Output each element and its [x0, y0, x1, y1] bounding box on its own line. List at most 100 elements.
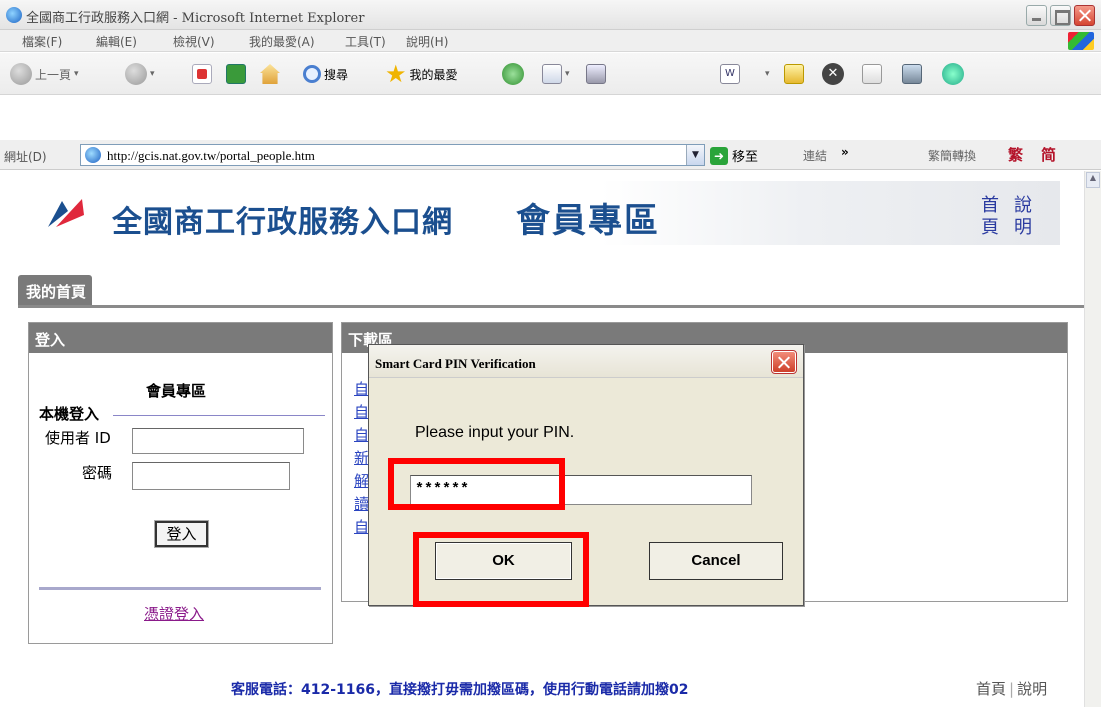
go-button[interactable]: ➜ 移至 — [710, 146, 758, 165]
mail-icon[interactable] — [542, 64, 562, 84]
forward-dropdown-icon[interactable]: ▾ — [150, 69, 155, 79]
more-links-button[interactable]: » — [841, 145, 849, 159]
tab-underline — [18, 305, 1084, 308]
user-id-input[interactable] — [132, 428, 304, 454]
logo-icon — [48, 199, 84, 227]
dialog-close-button[interactable] — [771, 350, 797, 374]
download-item[interactable]: 讀 — [354, 493, 369, 516]
site-banner: 全國商工行政服務入口網 會員專區 首 頁 說 明 — [40, 181, 1060, 245]
footer-help-link[interactable]: 說明 — [1017, 680, 1047, 698]
download-item[interactable]: 自 — [354, 378, 369, 401]
menu-file[interactable]: 檔案(F) — [22, 33, 62, 50]
download-item[interactable]: 自 — [354, 516, 369, 539]
address-url: http://gcis.nat.gov.tw/portal_people.htm — [107, 148, 315, 163]
download-list: 自 自 自 新 解 讀 自 — [354, 378, 369, 539]
login-heading: 登入 — [29, 323, 332, 353]
page-icon — [85, 147, 101, 163]
search-label: 搜尋 — [324, 67, 349, 82]
window-titlebar: 全國商工行政服務入口網 - Microsoft Internet Explore… — [0, 0, 1101, 30]
simplified-button[interactable]: 简 — [1041, 144, 1056, 165]
cancel-button[interactable]: Cancel — [649, 542, 783, 580]
research-icon[interactable] — [902, 64, 922, 84]
menu-bar: 檔案(F) 編輯(E) 檢視(V) 我的最愛(A) 工具(T) 說明(H) — [0, 30, 1101, 52]
back-label: 上一頁 — [35, 67, 72, 82]
print-icon[interactable] — [586, 64, 606, 84]
footer-links: 首頁 | 說明 — [976, 678, 1047, 699]
messenger-icon[interactable] — [862, 64, 882, 84]
tab-strip: 我的首頁 — [18, 275, 93, 307]
local-login-label: 本機登入 — [39, 405, 100, 423]
pin-prompt: Please input your PIN. — [415, 424, 575, 441]
window-title: 全國商工行政服務入口網 - Microsoft Internet Explore… — [26, 11, 365, 26]
pin-highlight-box — [388, 458, 565, 510]
links-button[interactable]: 連結 — [803, 147, 827, 164]
download-item[interactable]: 解 — [354, 470, 369, 493]
download-item[interactable]: 自 — [354, 424, 369, 447]
back-arrow-icon — [10, 63, 32, 85]
star-icon: ★ — [385, 60, 407, 88]
customer-service-phone: 客服電話：412-1166，直接撥打毋需加撥區碼，使用行動電話請加撥02 — [231, 682, 689, 698]
back-button[interactable]: 上一頁 ▾ — [10, 62, 79, 86]
edit-dropdown-icon[interactable]: ▾ — [765, 69, 770, 79]
menu-view[interactable]: 檢視(V) — [173, 33, 215, 50]
ie-icon — [6, 7, 22, 23]
favorites-label: 我的最愛 — [409, 67, 458, 82]
certificate-login-link[interactable]: 憑證登入 — [144, 603, 204, 624]
search-button[interactable]: 搜尋 — [303, 62, 348, 86]
forward-arrow-icon — [125, 63, 147, 85]
home-link[interactable]: 首 頁 — [980, 195, 1000, 239]
word-icon[interactable]: W — [720, 64, 740, 84]
ok-highlight-box — [413, 532, 589, 607]
user-id-label: 使用者 ID — [45, 429, 111, 447]
back-dropdown-icon[interactable]: ▾ — [74, 69, 79, 79]
address-dropdown-icon[interactable]: ▼ — [686, 145, 704, 165]
go-arrow-icon: ➜ — [710, 146, 728, 165]
tab-my-home[interactable]: 我的首頁 — [18, 275, 93, 307]
close-window-button[interactable] — [1074, 5, 1095, 26]
address-bar: 網址(D) http://gcis.nat.gov.tw/portal_peop… — [0, 140, 1101, 170]
help-link-char-2: 明 — [1014, 217, 1032, 238]
browser-toolbar: 上一頁 ▾ ▾ 搜尋 ★ 我的最愛 ▾ W ▾ ✕ — [0, 53, 1101, 95]
go-label: 移至 — [732, 150, 759, 165]
site-title: 全國商工行政服務入口網 — [112, 205, 453, 240]
home-link-char-1: 首 — [981, 195, 999, 216]
home-link-char-2: 頁 — [981, 217, 999, 238]
block-icon[interactable]: ✕ — [822, 63, 844, 85]
menu-favorites[interactable]: 我的最愛(A) — [249, 33, 315, 50]
login-button[interactable]: 登入 — [154, 520, 209, 548]
convert-label: 繁簡轉換 — [928, 149, 977, 163]
help-link[interactable]: 說 明 — [1013, 195, 1033, 239]
address-input[interactable]: http://gcis.nat.gov.tw/portal_people.htm… — [80, 144, 705, 166]
address-label: 網址(D) — [4, 150, 47, 164]
help-link-char-1: 說 — [1014, 195, 1032, 216]
forward-button[interactable]: ▾ — [125, 62, 155, 86]
password-label: 密碼 — [82, 464, 113, 482]
scroll-up-icon[interactable]: ▲ — [1086, 172, 1100, 188]
history-icon[interactable] — [502, 63, 524, 85]
favorites-button[interactable]: ★ 我的最愛 — [385, 62, 458, 86]
vertical-scrollbar[interactable]: ▲ — [1084, 171, 1101, 707]
dialog-title: Smart Card PIN Verification — [375, 356, 536, 371]
windows-flag-icon — [1068, 32, 1094, 50]
login-panel: 登入 會員專區 本機登入 使用者 ID 密碼 登入 憑證登入 — [28, 322, 333, 644]
password-input[interactable] — [132, 462, 290, 490]
maximize-button[interactable] — [1050, 5, 1071, 26]
search-icon — [303, 65, 321, 83]
home-icon[interactable] — [260, 64, 280, 84]
menu-edit[interactable]: 編輯(E) — [96, 33, 137, 50]
stop-icon[interactable] — [192, 64, 212, 84]
traditional-button[interactable]: 繁 — [1008, 144, 1023, 165]
local-login-divider — [113, 415, 325, 416]
menu-tools[interactable]: 工具(T) — [345, 33, 386, 50]
refresh-icon[interactable] — [226, 64, 246, 84]
menu-help[interactable]: 說明(H) — [406, 33, 448, 50]
zone-title: 會員專區 — [516, 201, 660, 241]
folder-icon[interactable] — [784, 64, 804, 84]
minimize-button[interactable] — [1026, 5, 1047, 26]
login-divider — [39, 587, 321, 590]
dialog-titlebar: Smart Card PIN Verification — [369, 345, 803, 378]
users-icon[interactable] — [942, 63, 964, 85]
download-item[interactable]: 新 — [354, 447, 369, 470]
footer-home-link[interactable]: 首頁 — [976, 680, 1006, 698]
download-item[interactable]: 自 — [354, 401, 369, 424]
